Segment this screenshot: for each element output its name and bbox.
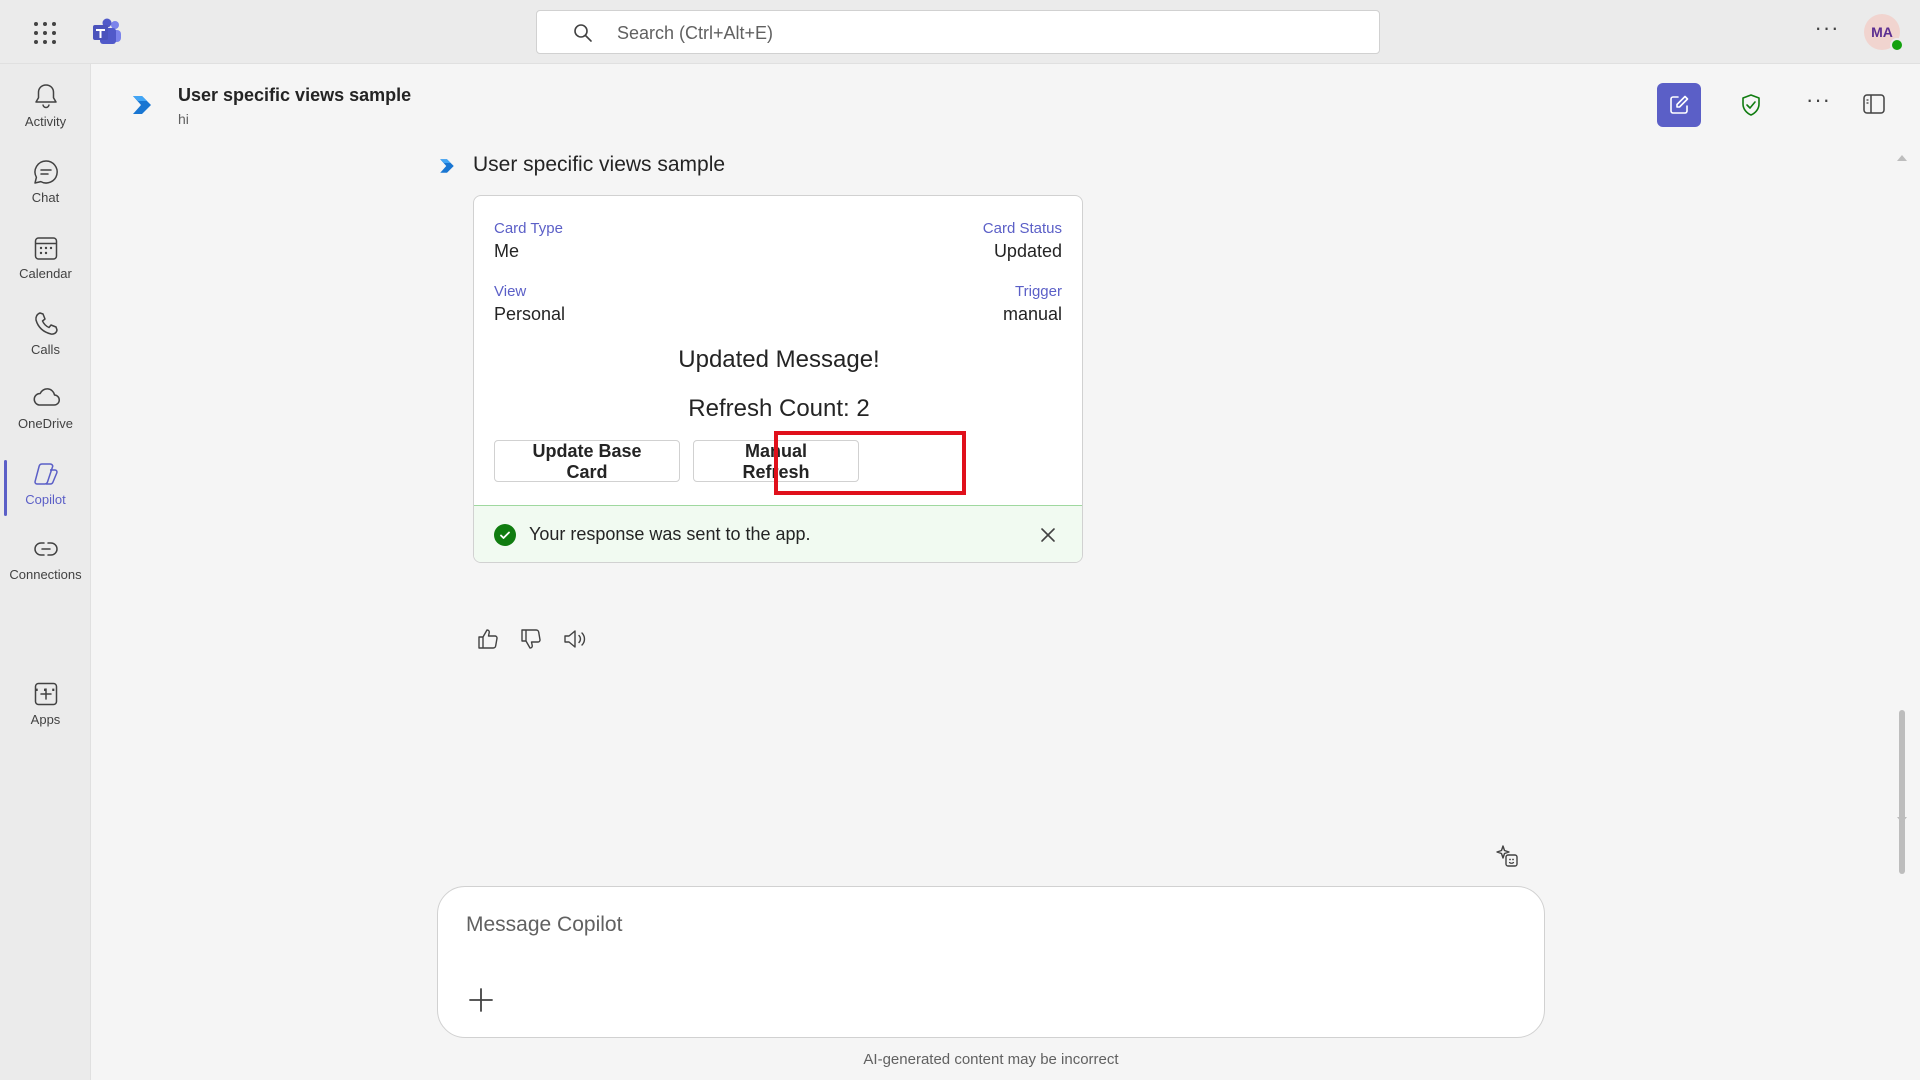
teams-logo-icon [93,18,121,44]
message-input[interactable]: Message Copilot [466,913,622,937]
rail-label: Activity [24,114,67,129]
bot-avatar-icon [440,159,454,173]
copilot-icon [33,463,58,485]
thumbs-up-icon[interactable] [476,627,500,651]
banner-text: Your response was sent to the app. [529,524,811,544]
compose-icon [1670,95,1689,114]
main-pane: User specific views sample hi ··· User s… [92,65,1920,1080]
bot-logo-icon [133,96,151,114]
message-composer[interactable]: Message Copilot [437,886,1545,1038]
fact-value: Personal [494,304,566,324]
rail-label: Copilot [25,492,66,507]
search-icon [574,24,592,42]
side-panel-icon[interactable] [1862,93,1886,115]
rail-item-copilot[interactable]: Copilot [0,450,91,522]
rail-item-activity[interactable]: Activity [0,72,91,144]
search-box[interactable]: Search (Ctrl+Alt+E) [536,10,1380,54]
rail-item-apps[interactable]: Apps [0,670,91,742]
top-bar: Search (Ctrl+Alt+E) ··· MA [0,0,1920,64]
fact-label: Card Type [494,220,563,237]
fact-trigger: Trigger manual [782,283,1062,325]
search-input[interactable]: Search (Ctrl+Alt+E) [617,23,773,44]
success-check-icon [494,524,516,546]
chat-header: User specific views sample hi ··· [92,65,1920,135]
rail-item-connections[interactable]: Connections [0,525,91,597]
cloud-icon [33,388,60,406]
fact-label: Card Status [982,220,1062,237]
message-sender: User specific views sample [473,153,726,176]
phone-icon [34,312,58,335]
ai-disclaimer: AI-generated content may be incorrect [863,1051,1119,1068]
app-rail: Activity Chat Calendar Calls OneDrive Co… [0,64,91,1080]
rail-item-calendar[interactable]: Calendar [0,224,91,296]
calendar-icon [34,237,57,260]
rail-label: Connections [9,567,82,582]
avatar-initials: MA [1871,24,1893,40]
fact-value: manual [1002,304,1062,324]
add-app-icon [34,682,57,706]
updated-message-text: Updated Message! [678,346,880,373]
new-chat-button[interactable] [1657,83,1701,127]
rail-item-onedrive[interactable]: OneDrive [0,374,91,446]
rail-label: OneDrive [18,416,73,431]
fact-view: View Personal [494,283,774,325]
rail-item-chat[interactable]: Chat [0,148,91,220]
chat-icon [33,160,58,184]
add-attachment-icon[interactable] [468,987,494,1013]
adaptive-card: Card Type Me Card Status Updated View Pe… [473,195,1083,563]
chat-subtitle: hi [178,111,189,127]
shield-check-icon[interactable] [1740,93,1762,117]
chat-more-options-icon[interactable]: ··· [1806,89,1831,111]
annotation-highlight-box [774,431,966,495]
prompt-suggestions-icon[interactable] [1494,843,1520,869]
fact-label: View [494,283,527,300]
read-aloud-icon[interactable] [562,627,588,651]
fact-label: Trigger [1015,283,1062,300]
fact-value: Me [494,241,520,261]
fact-value: Updated [993,241,1062,261]
rail-item-calls[interactable]: Calls [0,300,91,372]
scroll-up-arrow-icon[interactable] [1897,155,1907,161]
refresh-count-text: Refresh Count: 2 [688,395,870,422]
more-options-icon[interactable]: ··· [1812,17,1842,46]
chat-scrollbar[interactable] [1896,155,1908,874]
rail-label: Apps [30,712,61,727]
presence-available-icon [1890,38,1904,52]
connections-icon [33,542,58,556]
thumbs-down-icon[interactable] [519,627,543,651]
scroll-thumb[interactable] [1899,710,1905,874]
bell-icon [34,84,57,109]
rail-label: Calls [31,342,60,357]
fact-card-status: Card Status Updated [782,220,1062,262]
scroll-down-arrow-icon[interactable] [1897,817,1907,823]
avatar[interactable]: MA [1864,14,1904,52]
update-base-card-button[interactable]: Update Base Card [494,440,680,482]
rail-label: Chat [31,190,60,205]
close-icon[interactable] [1039,526,1057,544]
chat-title: User specific views sample [178,85,412,105]
response-sent-banner: Your response was sent to the app. [474,505,1082,562]
app-launcher-icon[interactable] [32,20,58,46]
fact-card-type: Card Type Me [494,220,774,262]
rail-label: Calendar [19,266,72,281]
